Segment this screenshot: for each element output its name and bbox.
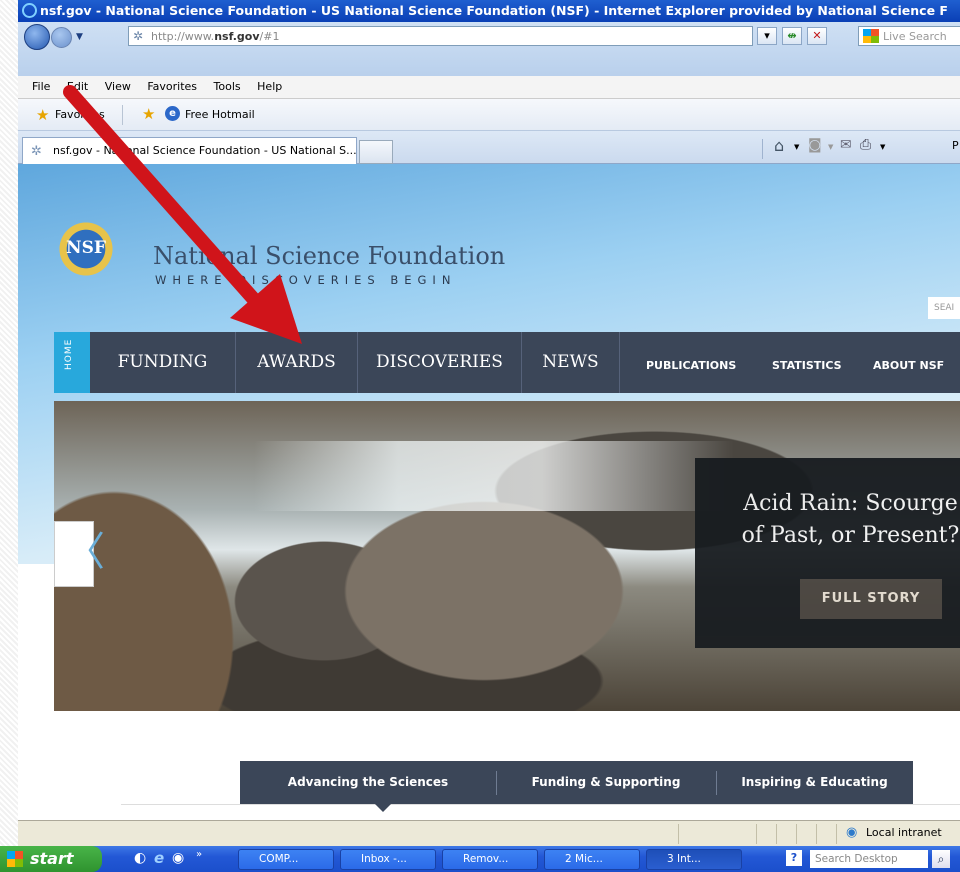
nsf-seal-logo[interactable]: NSF — [56, 219, 116, 279]
tab-label: nsf.gov - National Science Foundation - … — [53, 144, 357, 157]
hero-image: 〈 Acid Rain: Scourge of Past, or Present… — [54, 401, 960, 711]
tab-row: ✲ nsf.gov - National Science Foundation … — [18, 131, 960, 164]
forward-button[interactable] — [51, 27, 72, 48]
full-story-button[interactable]: FULL STORY — [800, 579, 942, 619]
tab-inspiring-educating[interactable]: Inspiring & Educating — [716, 761, 913, 804]
intranet-globe-icon: ◉ — [846, 825, 858, 840]
refresh-icon[interactable]: ↮ — [782, 27, 802, 45]
live-search-icon — [863, 29, 879, 43]
new-tab-button[interactable] — [359, 140, 393, 164]
window-title: nsf.gov - National Science Foundation - … — [40, 3, 948, 18]
task-remov[interactable]: Remov... — [442, 849, 538, 870]
stream-water — [254, 441, 734, 511]
hero-caption: Acid Rain: Scourge of Past, or Present? … — [695, 458, 960, 648]
divider — [122, 105, 123, 125]
org-tagline: WHERE DISCOVERIES BEGIN — [155, 273, 457, 287]
org-name: National Science Foundation — [153, 242, 506, 270]
add-favorite-icon[interactable]: ★ — [142, 105, 155, 123]
status-bar: ◉ Local intranet — [18, 820, 960, 846]
divider — [756, 824, 757, 844]
menu-file[interactable]: File — [32, 80, 50, 93]
nav-statistics[interactable]: STATISTICS — [772, 332, 842, 393]
menu-help[interactable]: Help — [257, 80, 282, 93]
page-icon: ✲ — [133, 29, 144, 43]
favorites-star-icon: ★ — [36, 106, 50, 124]
nav-about-nsf[interactable]: ABOUT NSF — [873, 332, 944, 393]
slide-border — [0, 0, 18, 872]
search-icon[interactable]: ⌕ — [932, 850, 950, 868]
task-inbox[interactable]: Inbox -... — [340, 849, 436, 870]
window-titlebar: nsf.gov - National Science Foundation - … — [18, 0, 960, 22]
divider — [762, 139, 763, 159]
home-icon[interactable]: ⌂ — [774, 136, 784, 155]
favorites-button[interactable]: Favorites — [55, 108, 105, 121]
task-comp[interactable]: COMP... — [238, 849, 334, 870]
section-tabs: Advancing the Sciences Funding & Support… — [240, 761, 913, 804]
windows-logo-icon — [7, 851, 23, 867]
ie-link-icon: e — [165, 106, 180, 121]
favorites-bar: ★ Favorites ★ e Free Hotmail — [18, 99, 960, 131]
quicklaunch-app-icon[interactable]: ◉ — [172, 850, 184, 866]
nav-awards[interactable]: AWARDS — [236, 332, 358, 393]
browser-tab[interactable]: ✲ nsf.gov - National Science Foundation … — [22, 137, 357, 164]
help-icon[interactable]: ? — [786, 850, 802, 866]
tab-advancing-the-sciences[interactable]: Advancing the Sciences — [240, 761, 496, 804]
address-dropdown-icon[interactable]: ▾ — [757, 27, 777, 45]
quicklaunch-outlook-icon[interactable]: ◐ — [134, 850, 146, 866]
security-zone-label: Local intranet — [866, 826, 942, 839]
print-icon[interactable]: ⎙ — [860, 137, 871, 153]
menu-edit[interactable]: Edit — [67, 80, 88, 93]
divider — [678, 824, 679, 844]
address-input[interactable]: ✲ http://www.nsf.gov/#1 — [128, 26, 753, 46]
page-menu-button[interactable]: P — [952, 139, 959, 152]
feeds-icon[interactable]: ◙ — [808, 137, 822, 153]
tab-funding-supporting[interactable]: Funding & Supporting — [496, 761, 716, 804]
task-microsoft-group[interactable]: 2 Mic... — [544, 849, 640, 870]
chevron-left-icon: 〈 — [65, 529, 105, 575]
stop-icon[interactable]: ✕ — [807, 27, 827, 45]
desktop-search-input[interactable]: Search Desktop — [810, 850, 928, 868]
divider — [121, 804, 960, 805]
web-page: NSF National Science Foundation WHERE DI… — [18, 164, 960, 820]
ie-icon — [22, 3, 37, 18]
hero-title: Acid Rain: Scourge of Past, or Present? — [741, 491, 960, 548]
nav-home[interactable]: HOME — [54, 332, 90, 393]
task-internet-explorer-group[interactable]: 3 Int... — [646, 849, 742, 870]
live-search-input[interactable]: Live Search — [858, 26, 960, 46]
divider — [796, 824, 797, 844]
link-free-hotmail[interactable]: Free Hotmail — [185, 108, 255, 121]
site-search-input[interactable]: SEAI — [928, 297, 960, 319]
divider — [816, 824, 817, 844]
menu-tools[interactable]: Tools — [214, 80, 241, 93]
address-text: http://www.nsf.gov/#1 — [151, 30, 280, 43]
home-dropdown-icon[interactable]: ▼ — [794, 143, 799, 151]
divider — [836, 824, 837, 844]
main-nav: HOME FUNDING AWARDS DISCOVERIES NEWS PUB… — [54, 332, 960, 393]
start-button[interactable]: start — [0, 846, 102, 872]
back-button[interactable] — [24, 24, 50, 50]
nav-funding[interactable]: FUNDING — [90, 332, 236, 393]
history-dropdown-icon[interactable]: ▼ — [76, 32, 83, 42]
tab-page-icon: ✲ — [31, 144, 42, 159]
divider — [776, 824, 777, 844]
menu-view[interactable]: View — [105, 80, 131, 93]
quicklaunch-more-icon[interactable]: » — [196, 849, 202, 860]
nav-news[interactable]: NEWS — [522, 332, 620, 393]
menu-bar: File Edit View Favorites Tools Help — [18, 76, 960, 99]
print-dropdown-icon[interactable]: ▼ — [880, 143, 885, 151]
nav-discoveries[interactable]: DISCOVERIES — [358, 332, 522, 393]
carousel-prev-button[interactable]: 〈 — [54, 521, 105, 587]
windows-taskbar: start ◐ e ◉ » COMP... Inbox -... Remov..… — [0, 846, 960, 872]
mail-icon[interactable]: ✉ — [840, 137, 852, 153]
feeds-dropdown-icon[interactable]: ▼ — [828, 143, 833, 151]
active-tab-pointer — [375, 804, 391, 812]
nav-publications[interactable]: PUBLICATIONS — [646, 332, 736, 393]
address-toolbar: ▼ ✲ http://www.nsf.gov/#1 ▾ ↮ ✕ Live Sea… — [18, 22, 960, 76]
menu-favorites[interactable]: Favorites — [147, 80, 197, 93]
quicklaunch-ie-icon[interactable]: e — [154, 849, 164, 867]
